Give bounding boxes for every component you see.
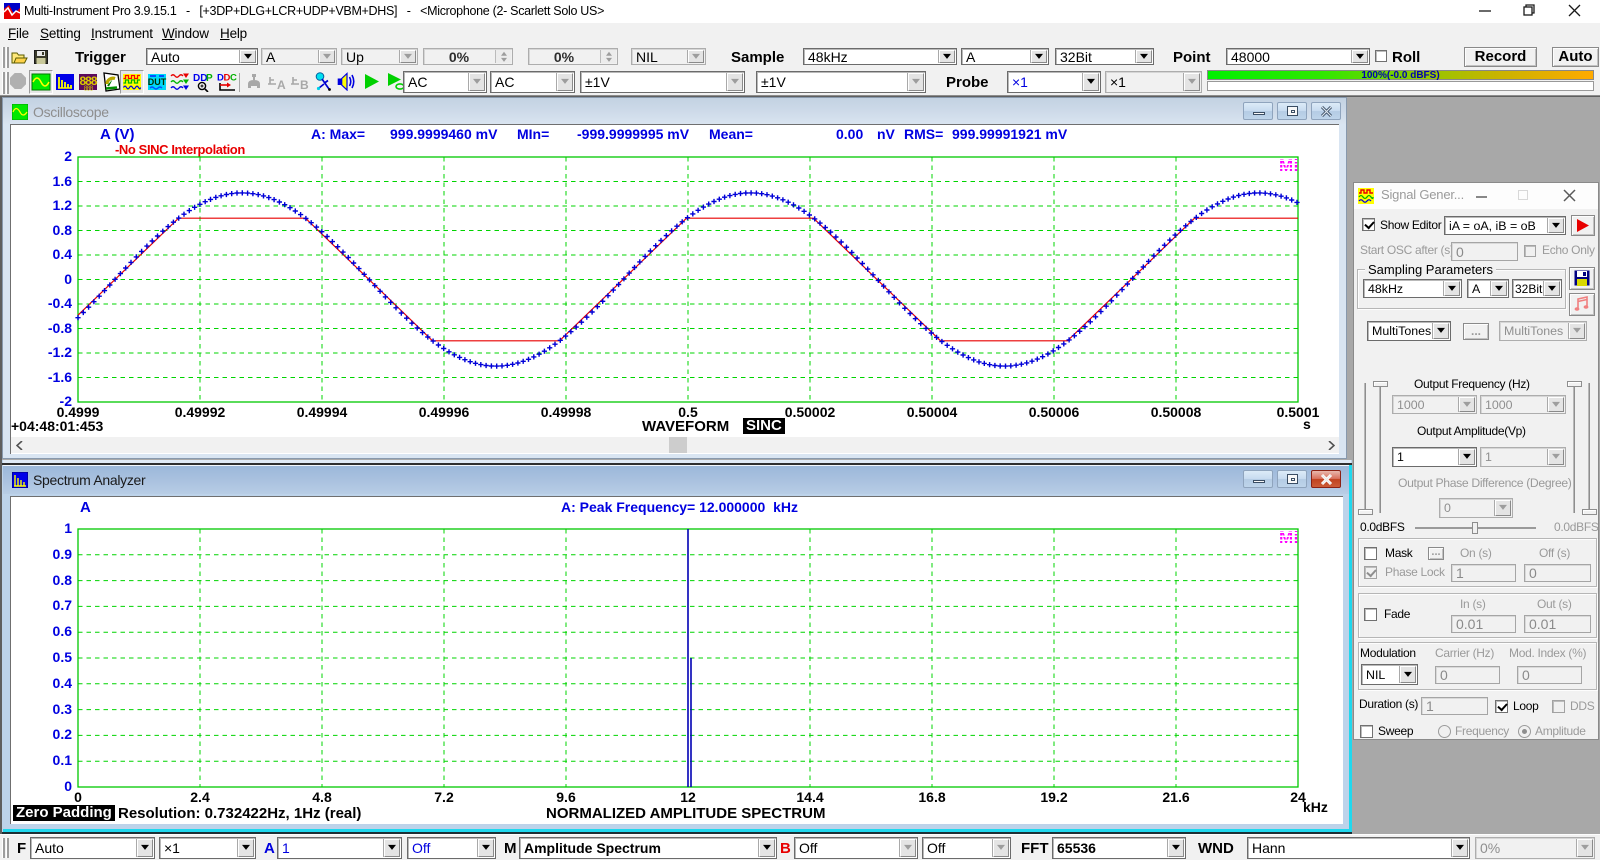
svg-text:A: A [277, 78, 286, 90]
svg-text:888: 888 [84, 86, 94, 93]
svg-text:P: P [206, 73, 213, 84]
svg-text:DUT: DUT [148, 77, 167, 87]
svg-text:B: B [300, 78, 309, 90]
svg-text:C: C [230, 73, 237, 84]
